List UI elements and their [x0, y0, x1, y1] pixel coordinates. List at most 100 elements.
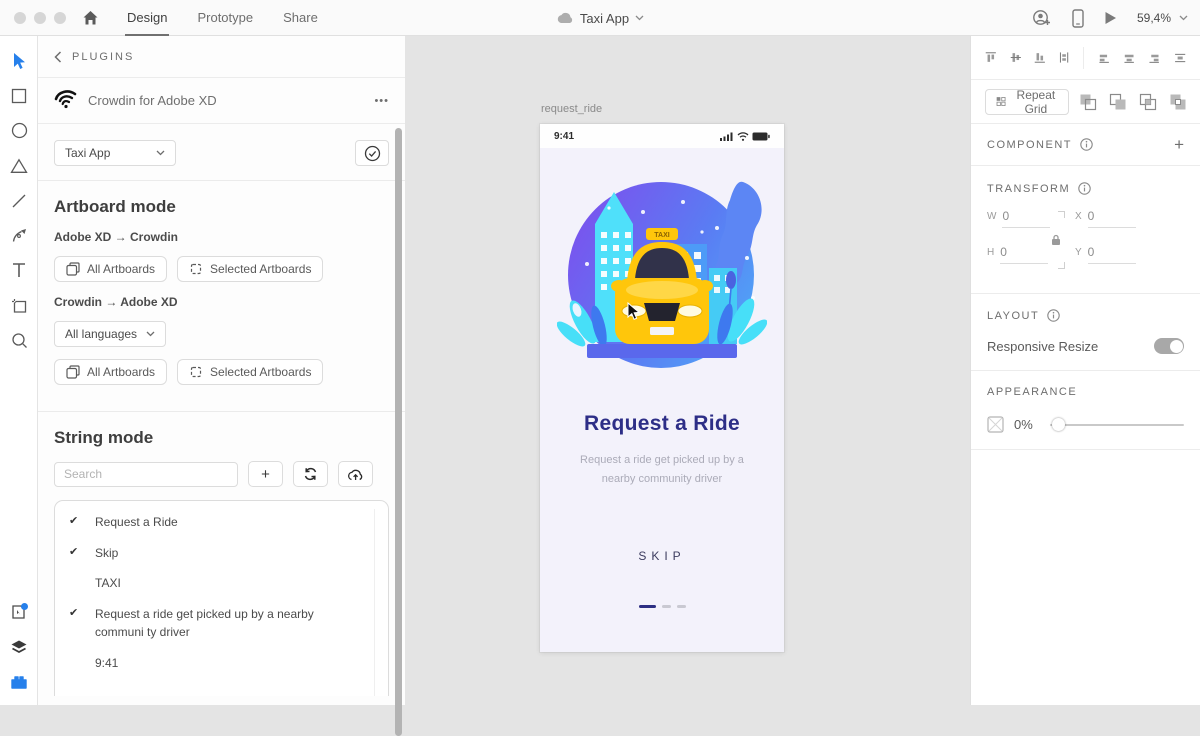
tab-prototype[interactable]: Prototype — [197, 0, 253, 36]
info-icon[interactable] — [1080, 138, 1093, 151]
align-right-icon[interactable] — [1148, 50, 1160, 66]
strings-list[interactable]: ✔ Request a Ride ✔ Skip TAXI ✔ Request a… — [54, 500, 389, 696]
string-row[interactable]: ✔ Request a ride get picked up by a near… — [55, 599, 388, 648]
x-value[interactable]: 0 — [1087, 209, 1136, 228]
height-value[interactable]: 0 — [1000, 245, 1049, 264]
aspect-lock[interactable] — [1052, 211, 1067, 269]
play-preview-icon[interactable] — [1104, 11, 1117, 25]
rectangle-tool[interactable] — [0, 78, 38, 113]
upload-strings-button[interactable] — [338, 461, 373, 487]
window-controls[interactable] — [14, 11, 66, 24]
tab-share[interactable]: Share — [283, 0, 318, 36]
plugin-more-icon[interactable]: ••• — [374, 95, 389, 107]
width-value[interactable]: 0 — [1002, 209, 1051, 228]
project-select[interactable]: Taxi App — [54, 140, 176, 166]
height-label: H — [987, 247, 995, 258]
repeat-grid-button[interactable]: Repeat Grid — [985, 88, 1069, 116]
string-text: TAXI — [95, 576, 121, 591]
string-row[interactable]: ✔ Skip — [55, 538, 388, 569]
plugins-launcher[interactable] — [0, 664, 38, 699]
confirm-project-button[interactable] — [355, 140, 389, 166]
appearance-section-title: APPEARANCE — [987, 386, 1078, 398]
all-artboards-up-button[interactable]: All Artboards — [54, 256, 168, 282]
height-field[interactable]: H 0 — [987, 245, 1049, 264]
tool-rail — [0, 36, 38, 705]
plugins-panel-toggle[interactable] — [0, 594, 38, 629]
design-canvas[interactable]: request_ride 9:41 TAXI Request a Ride Re… — [405, 36, 970, 705]
pen-tool[interactable] — [0, 218, 38, 253]
align-top-icon[interactable] — [985, 49, 997, 66]
boolean-exclude-icon[interactable] — [1169, 93, 1187, 111]
selected-artboards-up-button[interactable]: Selected Artboards — [177, 256, 324, 282]
component-section-title: COMPONENT — [987, 138, 1072, 151]
zoom-tool[interactable] — [0, 323, 38, 358]
zoom-control[interactable]: 59,4% — [1137, 11, 1188, 25]
align-horizontal-center-icon[interactable] — [1123, 50, 1135, 66]
taxi-illustration: TAXI — [557, 181, 767, 368]
polygon-tool[interactable] — [0, 148, 38, 183]
y-field[interactable]: Y 0 — [1075, 245, 1136, 264]
opacity-slider-handle[interactable] — [1052, 417, 1065, 431]
width-label: W — [987, 211, 997, 222]
opacity-value[interactable]: 0% — [1014, 417, 1040, 432]
window-zoom-button[interactable] — [54, 11, 66, 24]
home-icon — [83, 10, 98, 24]
artboard-request-ride[interactable]: 9:41 TAXI Request a Ride Request a ride … — [540, 124, 784, 652]
refresh-icon — [304, 467, 317, 481]
signal-bars-icon — [720, 132, 733, 141]
width-field[interactable]: W 0 — [987, 209, 1051, 228]
align-left-icon[interactable] — [1098, 50, 1110, 66]
page-dot — [661, 605, 671, 608]
artboard-name[interactable]: request_ride — [541, 103, 602, 115]
info-icon[interactable] — [1078, 182, 1091, 195]
document-title[interactable]: Taxi App — [580, 11, 629, 26]
boolean-subtract-icon[interactable] — [1109, 93, 1127, 111]
search-input[interactable] — [54, 461, 238, 487]
artboard-tool[interactable] — [0, 288, 38, 323]
refresh-strings-button[interactable] — [293, 461, 328, 487]
y-value[interactable]: 0 — [1087, 245, 1136, 264]
languages-select[interactable]: All languages — [54, 321, 166, 347]
string-row[interactable]: 9:41 — [55, 648, 388, 679]
chevron-down-icon — [635, 15, 644, 21]
string-row[interactable]: TAXI — [55, 568, 388, 599]
window-close-button[interactable] — [14, 11, 26, 24]
properties-panel: Repeat Grid COMPONENT + TRANSFORM W 0 X … — [970, 36, 1200, 705]
crowdin-logo-icon — [54, 89, 77, 108]
all-artboards-down-button[interactable]: All Artboards — [54, 359, 168, 385]
align-vertical-center-icon[interactable] — [1010, 49, 1022, 66]
boolean-add-icon[interactable] — [1079, 93, 1097, 111]
battery-icon — [752, 132, 770, 140]
layers-panel-toggle[interactable] — [0, 629, 38, 664]
line-tool[interactable] — [0, 183, 38, 218]
phone-status-bar: 9:41 — [540, 124, 784, 148]
zoom-level: 59,4% — [1136, 11, 1171, 25]
text-tool[interactable] — [0, 253, 38, 288]
add-string-button[interactable]: + — [248, 461, 283, 487]
back-chevron-icon[interactable] — [54, 50, 62, 63]
string-row[interactable]: ✔ Request a Ride — [55, 507, 388, 538]
x-field[interactable]: X 0 — [1075, 209, 1136, 228]
ellipse-icon — [11, 122, 27, 139]
selected-artboards-down-button[interactable]: Selected Artboards — [177, 359, 324, 385]
app-toolbar: Design Prototype Share Taxi App 59,4% — [0, 0, 1200, 36]
opacity-slider[interactable] — [1050, 417, 1184, 432]
panel-scrollbar[interactable] — [395, 128, 402, 736]
onboarding-subtitle: Request a ride get picked up by a nearby… — [580, 454, 744, 486]
ellipse-tool[interactable] — [0, 113, 38, 148]
add-component-button[interactable]: + — [1174, 135, 1184, 155]
align-bottom-icon[interactable] — [1034, 49, 1046, 66]
select-tool[interactable] — [0, 43, 38, 78]
info-icon[interactable] — [1047, 309, 1060, 322]
home-button[interactable] — [82, 10, 99, 26]
device-preview-icon[interactable] — [1072, 8, 1084, 28]
distribute-horizontal-icon[interactable] — [1174, 51, 1186, 65]
skip-button[interactable]: SKIP — [540, 549, 784, 563]
chevron-down-icon — [156, 150, 165, 156]
boolean-intersect-icon[interactable] — [1139, 93, 1157, 111]
window-minimize-button[interactable] — [34, 11, 46, 24]
responsive-resize-toggle[interactable] — [1154, 338, 1184, 354]
distribute-vertical-icon[interactable] — [1059, 49, 1069, 66]
tab-design[interactable]: Design — [124, 0, 170, 36]
invite-user-icon[interactable] — [1032, 9, 1052, 27]
